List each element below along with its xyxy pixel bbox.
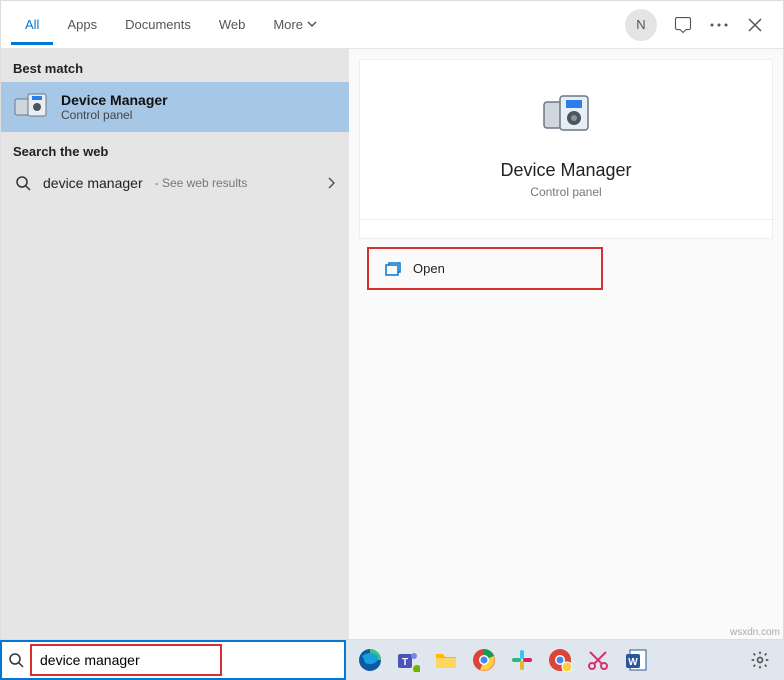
search-icon [8,652,24,668]
feedback-icon[interactable] [665,7,701,43]
result-subtitle: Control panel [61,108,168,122]
device-manager-icon [13,92,49,122]
results-list: Best match Device Manager Control panel … [1,49,349,639]
word-icon[interactable]: W [622,646,650,674]
section-best-match: Best match [1,49,349,82]
search-input[interactable] [40,652,212,668]
chevron-down-icon [307,19,317,29]
chevron-right-icon [327,177,335,189]
open-action[interactable]: Open [367,247,603,290]
preview-pane: Device Manager Control panel Open [349,49,783,639]
slack-icon[interactable] [508,646,536,674]
result-device-manager[interactable]: Device Manager Control panel [1,82,349,132]
divider [360,219,772,220]
svg-text:W: W [628,657,638,668]
web-result-device-manager[interactable]: device manager - See web results [1,165,349,201]
tab-web[interactable]: Web [205,5,260,45]
teams-icon[interactable]: T [394,646,422,674]
preview-subtitle: Control panel [530,185,601,199]
result-title: Device Manager [61,92,168,108]
settings-icon[interactable] [746,646,774,674]
windows-search-panel: All Apps Documents Web More N Best match [0,0,784,640]
open-label: Open [413,261,445,276]
tab-apps[interactable]: Apps [53,5,111,45]
device-manager-large-icon [540,90,592,142]
user-avatar[interactable]: N [625,9,657,41]
preview-title: Device Manager [500,160,631,181]
tab-more[interactable]: More [259,5,331,45]
svg-text:T: T [402,657,408,668]
snip-icon[interactable] [584,646,612,674]
file-explorer-icon[interactable] [432,646,460,674]
chrome-beta-icon[interactable] [546,646,574,674]
search-tabs: All Apps Documents Web More N [1,1,783,49]
close-button[interactable] [737,7,773,43]
more-options-icon[interactable] [701,7,737,43]
tab-documents[interactable]: Documents [111,5,205,45]
tab-more-label: More [273,17,303,32]
taskbar-search[interactable] [0,640,346,680]
watermark: wsxdn.com [730,627,780,638]
preview-card: Device Manager Control panel [359,59,773,239]
taskbar: T W [0,640,784,680]
close-icon [748,18,762,32]
chrome-icon[interactable] [470,646,498,674]
web-hint: - See web results [155,176,248,190]
open-icon [385,262,401,276]
section-search-web: Search the web [1,132,349,165]
taskbar-tray: T W [346,646,784,674]
edge-icon[interactable] [356,646,384,674]
search-icon [15,175,31,191]
tab-all[interactable]: All [11,5,53,45]
web-query: device manager [43,175,143,191]
